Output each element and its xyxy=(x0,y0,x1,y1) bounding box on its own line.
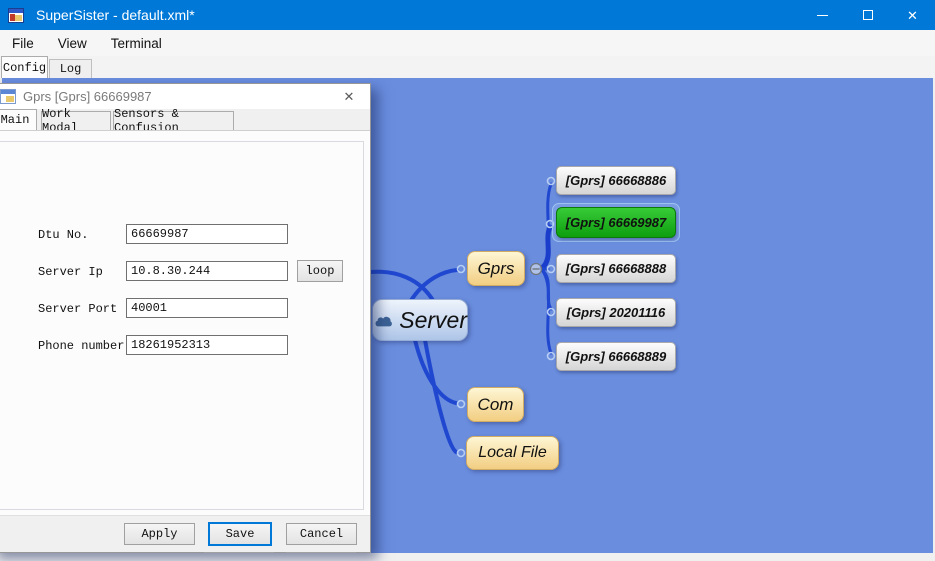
node-com-label: Com xyxy=(478,395,514,415)
node-server[interactable]: Server xyxy=(372,299,468,341)
maximize-icon xyxy=(863,10,873,20)
leaf-label: [Gprs] 20201116 xyxy=(567,305,666,320)
dialog-icon xyxy=(0,89,16,104)
apply-button[interactable]: Apply xyxy=(124,523,195,545)
node-local-file[interactable]: Local File xyxy=(466,436,559,470)
tab-config[interactable]: Config xyxy=(1,56,48,78)
node-gprs-66668888[interactable]: [Gprs] 66668888 xyxy=(556,254,676,283)
dialog-tab-sensors-confusion[interactable]: Sensors & Confusion xyxy=(113,111,234,130)
node-com[interactable]: Com xyxy=(467,387,524,422)
minimize-button[interactable] xyxy=(800,0,845,30)
dialog-tabstrip: Main Work Modal Sensors & Confusion xyxy=(0,109,370,130)
main-tabstrip: Config Log xyxy=(0,56,935,78)
dialog-titlebar[interactable]: Gprs [Gprs] 66669987 ✕ xyxy=(0,84,370,109)
dialog-tab-page: Dtu No. Server Ip loop Server Port Phone… xyxy=(0,130,370,515)
node-gprs-20201116[interactable]: [Gprs] 20201116 xyxy=(556,298,676,327)
leaf-label: [Gprs] 66669987 xyxy=(566,215,666,230)
gprs-dialog: Gprs [Gprs] 66669987 ✕ Main Work Modal S… xyxy=(0,83,371,553)
node-gprs-66668886[interactable]: [Gprs] 66668886 xyxy=(556,166,676,195)
dialog-tab-main[interactable]: Main xyxy=(0,109,37,130)
minimize-icon xyxy=(817,15,828,16)
cancel-button[interactable]: Cancel xyxy=(286,523,357,545)
dtu-no-input[interactable] xyxy=(126,224,288,244)
dtu-no-label: Dtu No. xyxy=(38,228,133,242)
save-button[interactable]: Save xyxy=(208,522,272,546)
menu-file[interactable]: File xyxy=(0,30,46,56)
window-title: SuperSister - default.xml* xyxy=(36,7,195,23)
node-gprs-66668889[interactable]: [Gprs] 66668889 xyxy=(556,342,676,371)
dialog-close-icon: ✕ xyxy=(344,89,355,105)
server-ip-label: Server Ip xyxy=(38,265,133,279)
node-server-label: Server xyxy=(399,307,467,334)
form-groupbox xyxy=(0,141,364,510)
tab-log[interactable]: Log xyxy=(49,59,92,78)
menu-bar: File View Terminal xyxy=(0,30,935,56)
cloud-icon xyxy=(373,313,394,327)
node-gprs-label: Gprs xyxy=(478,259,515,279)
leaf-label: [Gprs] 66668886 xyxy=(566,173,666,188)
status-strip xyxy=(0,553,935,561)
server-ip-input[interactable] xyxy=(126,261,288,281)
server-port-label: Server Port xyxy=(38,302,133,316)
window-titlebar: SuperSister - default.xml* ✕ xyxy=(0,0,935,30)
dialog-close-button[interactable]: ✕ xyxy=(334,84,364,109)
menu-view[interactable]: View xyxy=(46,30,99,56)
server-port-input[interactable] xyxy=(126,298,288,318)
node-gprs[interactable]: Gprs xyxy=(467,251,525,286)
leaf-label: [Gprs] 66668888 xyxy=(566,261,666,276)
dialog-title: Gprs [Gprs] 66669987 xyxy=(23,89,152,104)
leaf-label: [Gprs] 66668889 xyxy=(566,349,666,364)
phone-number-label: Phone number xyxy=(38,339,133,353)
node-gprs-66669987-selected[interactable]: [Gprs] 66669987 xyxy=(556,207,676,238)
app-icon xyxy=(8,8,24,23)
menu-terminal[interactable]: Terminal xyxy=(99,30,174,56)
close-icon: ✕ xyxy=(907,9,918,22)
maximize-button[interactable] xyxy=(845,0,890,30)
loop-button[interactable]: loop xyxy=(297,260,343,282)
selection-outline: [Gprs] 66669987 xyxy=(552,203,680,242)
dialog-tab-work-modal[interactable]: Work Modal xyxy=(41,111,111,130)
node-local-file-label: Local File xyxy=(478,444,546,462)
app-window: Server Gprs Com Local File [Gprs] 666688… xyxy=(0,0,935,561)
close-button[interactable]: ✕ xyxy=(890,0,935,30)
phone-number-input[interactable] xyxy=(126,335,288,355)
dialog-buttonbar: Apply Save Cancel xyxy=(0,515,370,552)
